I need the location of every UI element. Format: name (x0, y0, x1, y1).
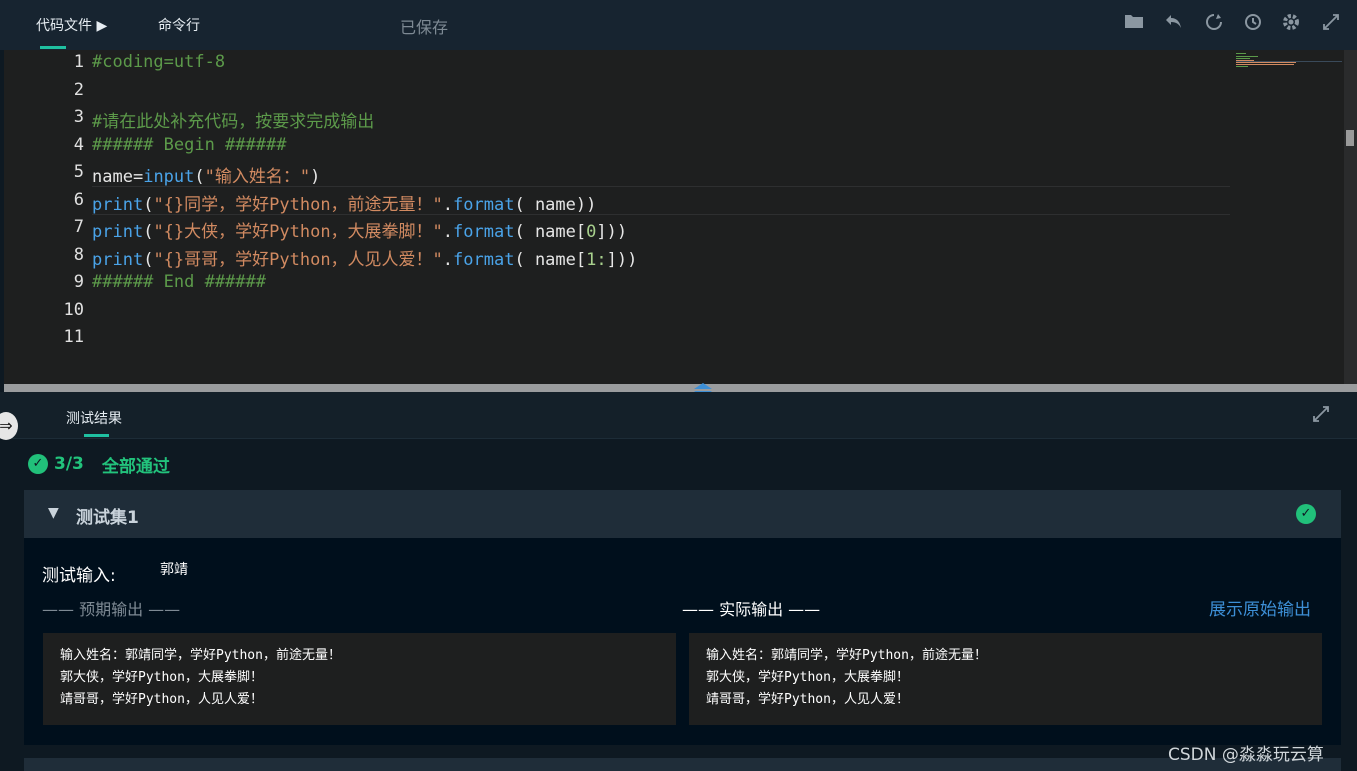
test-input-label: 测试输入: (42, 566, 116, 586)
caret-down-icon[interactable]: ▼ (48, 505, 59, 521)
undo-icon[interactable] (1163, 12, 1185, 34)
code-token: 0 (586, 222, 597, 242)
watermark: CSDN @淼淼玩云算 (1168, 745, 1324, 765)
code-token: = (132, 167, 144, 187)
top-toolbar (0, 0, 1357, 50)
code-token: input (143, 167, 195, 187)
test-set-title[interactable]: 测试集1 (76, 503, 139, 528)
output-line: 输入姓名：郭靖同学，学好Python，前途无量！ (706, 648, 987, 663)
output-line: 靖哥哥，学好Python，人见人爱！ (60, 692, 263, 707)
next-test-set-strip (24, 758, 1341, 771)
code-token: print (92, 194, 144, 215)
pass-text: 全部通过 (101, 456, 170, 477)
code-line[interactable]: ###### Begin ###### (92, 135, 286, 155)
expected-output-label: —— 预期输出 —— (42, 600, 181, 619)
code-token: format (453, 194, 515, 215)
check-icon: ✓ (28, 454, 48, 474)
line-number: 3 (73, 107, 84, 127)
code-line[interactable]: name=input("输入姓名：") (92, 162, 320, 187)
editor-scroll-thumb[interactable] (1346, 130, 1354, 146)
line-number: 4 (73, 134, 84, 155)
code-token: ###### Begin ###### (92, 134, 287, 155)
line-number: 11 (63, 327, 84, 347)
code-token: ( name[ (514, 222, 587, 242)
active-tab-indicator (40, 46, 66, 49)
code-token: ])) (606, 249, 638, 270)
output-line: 输入姓名：郭靖同学，学好Python，前途无量！ (60, 648, 341, 663)
code-minimap[interactable] (1236, 53, 1342, 69)
code-token: "{}同学，学好Python，前途无量！" (153, 194, 443, 215)
line-number: 6 (73, 189, 84, 210)
fullscreen-icon[interactable] (1320, 12, 1342, 34)
folder-icon[interactable] (1123, 12, 1145, 34)
code-token: #coding=utf-8 (92, 52, 226, 72)
expand-panel-icon[interactable] (1310, 404, 1332, 426)
code-token: . (442, 222, 454, 242)
code-token: ( (143, 194, 154, 215)
code-line[interactable]: #coding=utf-8 (92, 52, 225, 72)
code-token: ( (194, 167, 205, 187)
test-set-header[interactable] (24, 490, 1341, 538)
code-token: . (442, 249, 454, 270)
editor-scrollbar[interactable] (1344, 50, 1357, 384)
actual-output-label: —— 实际输出 —— (682, 600, 821, 619)
check-icon: ✓ (1296, 504, 1316, 524)
code-token: print (92, 222, 144, 242)
code-token: ) (310, 167, 321, 187)
save-status: 已保存 (400, 18, 449, 37)
line-number: 5 (73, 162, 84, 182)
code-token: "{}大侠，学好Python，大展拳脚！" (153, 222, 443, 242)
code-token: ( (143, 222, 154, 242)
results-tab-indicator (84, 434, 109, 437)
code-token: "{}哥哥，学好Python，人见人爱！" (153, 249, 443, 270)
output-line: 靖哥哥，学好Python，人见人爱！ (706, 692, 909, 707)
code-token: ( (143, 249, 154, 270)
pass-summary: ✓ 3/3 全部通过 (28, 452, 170, 477)
code-line[interactable]: print("{}同学，学好Python，前途无量！".format( name… (92, 190, 596, 215)
code-line[interactable]: #请在此处补充代码，按要求完成输出 (92, 107, 374, 132)
output-line: 郭大侠，学好Python，大展拳脚！ (706, 670, 909, 685)
code-line[interactable]: print("{}大侠，学好Python，大展拳脚！".format( name… (92, 217, 627, 242)
refresh-icon[interactable] (1203, 12, 1225, 34)
code-token: ( name[ (514, 249, 587, 270)
tab-command-line[interactable]: 命令行 (158, 15, 200, 35)
tab-code-file[interactable]: 代码文件 ▶ (36, 15, 107, 35)
code-token: ) (586, 194, 597, 215)
code-line[interactable]: print("{}哥哥，学好Python，人见人爱！".format( name… (92, 245, 637, 270)
results-header (0, 392, 1357, 439)
code-token: format (453, 222, 515, 242)
line-number: 10 (63, 299, 84, 320)
code-editor[interactable]: 1 2 3 4 5 6 7 8 9 10 11 #coding=utf-8 #请在此处补充代码，按要求… (4, 50, 1344, 384)
code-token: ( name) (514, 194, 587, 215)
gear-icon[interactable] (1280, 12, 1302, 34)
code-token: #请在此处补充代码，按要求完成输出 (92, 112, 375, 132)
pass-count: 3/3 (54, 454, 84, 474)
code-token: format (453, 249, 515, 270)
code-token: "输入姓名：" (204, 167, 311, 187)
output-line: 郭大侠，学好Python，大展拳脚！ (60, 670, 263, 685)
code-token: . (442, 194, 454, 215)
code-token: ###### End ###### (92, 272, 266, 292)
code-token: 1: (586, 249, 607, 270)
actual-output-box: 输入姓名：郭靖同学，学好Python，前途无量！ 郭大侠，学好Python，大展… (689, 633, 1322, 725)
code-token: name (92, 167, 133, 187)
expected-output-box: 输入姓名：郭靖同学，学好Python，前途无量！ 郭大侠，学好Python，大展… (43, 633, 676, 725)
line-number: 8 (73, 244, 84, 265)
test-input-value: 郭靖 (160, 562, 188, 578)
history-icon[interactable] (1242, 12, 1264, 34)
line-number: 1 (73, 52, 84, 72)
code-token: ])) (596, 222, 628, 242)
line-number: 2 (73, 79, 84, 100)
show-raw-output-link[interactable]: 展示原始输出 (1209, 595, 1311, 620)
line-number: 7 (73, 217, 84, 237)
code-line[interactable]: ###### End ###### (92, 272, 266, 292)
panel-splitter[interactable] (4, 384, 1357, 392)
line-number: 9 (73, 272, 84, 292)
tab-test-results[interactable]: 测试结果 (66, 408, 122, 428)
code-token: print (92, 249, 144, 270)
